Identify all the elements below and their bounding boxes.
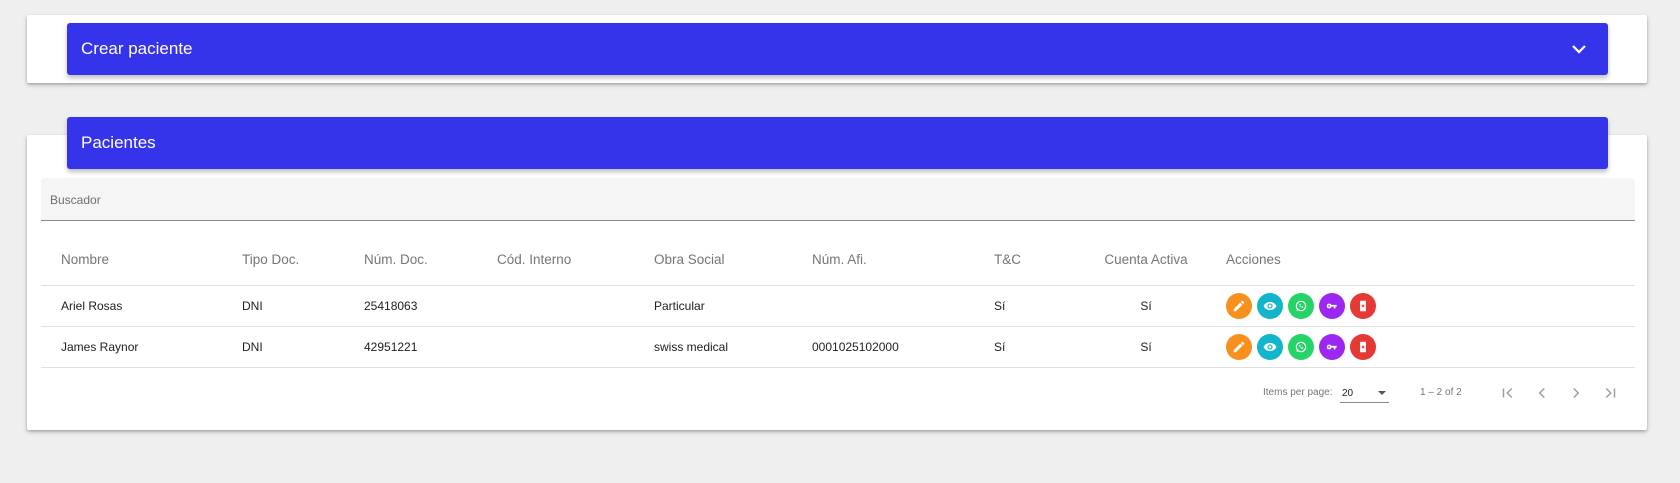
delete-button[interactable] xyxy=(1350,334,1376,360)
eye-icon xyxy=(1263,301,1277,311)
search-input[interactable] xyxy=(41,178,1635,220)
patients-table: Nombre Tipo Doc. Núm. Doc. Cód. Interno … xyxy=(41,240,1635,368)
patients-header: Pacientes xyxy=(67,117,1608,169)
cell-nombre: Ariel Rosas xyxy=(61,299,123,313)
delete-icon xyxy=(1360,341,1366,353)
eye-icon xyxy=(1263,342,1277,352)
column-header-nombre[interactable]: Nombre xyxy=(61,240,109,285)
edit-button[interactable] xyxy=(1226,293,1252,319)
create-patient-title: Crear paciente xyxy=(81,39,193,58)
pencil-icon xyxy=(1233,300,1245,312)
cell-num-afi: 0001025102000 xyxy=(812,340,899,354)
search-field[interactable] xyxy=(41,178,1635,221)
cell-tipo-doc: DNI xyxy=(242,340,263,354)
whatsapp-button[interactable] xyxy=(1288,293,1314,319)
page-range-label: 1 – 2 of 2 xyxy=(1420,387,1462,398)
last-page-icon xyxy=(1605,387,1616,399)
cell-obra-social: swiss medical xyxy=(654,340,729,354)
column-header-acciones: Acciones xyxy=(1226,252,1281,267)
key-button[interactable] xyxy=(1319,293,1345,319)
column-header-tipo-doc[interactable]: Tipo Doc. xyxy=(242,240,299,285)
previous-page-button[interactable] xyxy=(1530,381,1554,405)
cell-num-doc: 25418063 xyxy=(364,299,418,313)
chevron-down-icon[interactable] xyxy=(1570,40,1588,58)
key-button[interactable] xyxy=(1319,334,1345,360)
cell-obra-social: Particular xyxy=(654,299,705,313)
cell-tipo-doc: DNI xyxy=(242,299,263,313)
items-per-page-select[interactable]: 20 xyxy=(1340,383,1389,403)
cell-num-doc: 42951221 xyxy=(364,340,418,354)
whatsapp-button[interactable] xyxy=(1288,334,1314,360)
chevron-right-icon xyxy=(1573,387,1580,399)
table-header-row: Nombre Tipo Doc. Núm. Doc. Cód. Interno … xyxy=(41,240,1635,286)
last-page-button[interactable] xyxy=(1598,381,1622,405)
delete-button[interactable] xyxy=(1350,293,1376,319)
next-page-button[interactable] xyxy=(1564,381,1588,405)
cell-nombre: James Raynor xyxy=(61,340,139,354)
column-header-num-afi[interactable]: Núm. Afi. xyxy=(812,240,867,285)
patients-title: Pacientes xyxy=(81,133,156,152)
table-row: James Raynor DNI 42951221 swiss medical … xyxy=(41,327,1635,368)
pencil-icon xyxy=(1233,341,1245,353)
items-per-page-label: Items per page: xyxy=(1263,387,1333,398)
column-header-cuenta-activa[interactable]: Cuenta Activa xyxy=(1081,240,1211,285)
first-page-icon xyxy=(1502,387,1513,399)
first-page-button[interactable] xyxy=(1496,381,1520,405)
key-icon xyxy=(1326,303,1337,309)
view-button[interactable] xyxy=(1257,334,1283,360)
column-header-tyc[interactable]: T&C xyxy=(994,240,1021,285)
table-row: Ariel Rosas DNI 25418063 Particular Sí S… xyxy=(41,286,1635,327)
column-header-cod-interno[interactable]: Cód. Interno xyxy=(497,240,571,285)
paginator: Items per page: 20 1 – 2 of 2 xyxy=(0,381,1680,405)
delete-icon xyxy=(1360,300,1366,312)
create-patient-header[interactable]: Crear paciente xyxy=(67,23,1608,75)
column-header-obra-social[interactable]: Obra Social xyxy=(654,240,725,285)
whatsapp-icon xyxy=(1295,300,1307,312)
whatsapp-icon xyxy=(1295,341,1307,353)
key-icon xyxy=(1326,344,1337,350)
column-header-num-doc[interactable]: Núm. Doc. xyxy=(364,240,428,285)
cell-cuenta-activa: Sí xyxy=(1140,299,1152,313)
chevron-left-icon xyxy=(1538,387,1545,399)
items-per-page-value: 20 xyxy=(1342,388,1354,399)
cell-tyc: Sí xyxy=(994,299,1006,313)
edit-button[interactable] xyxy=(1226,334,1252,360)
view-button[interactable] xyxy=(1257,293,1283,319)
cell-cuenta-activa: Sí xyxy=(1140,340,1152,354)
dropdown-caret-icon xyxy=(1378,391,1386,395)
cell-tyc: Sí xyxy=(994,340,1006,354)
row-actions xyxy=(1226,327,1376,367)
row-actions xyxy=(1226,286,1376,326)
